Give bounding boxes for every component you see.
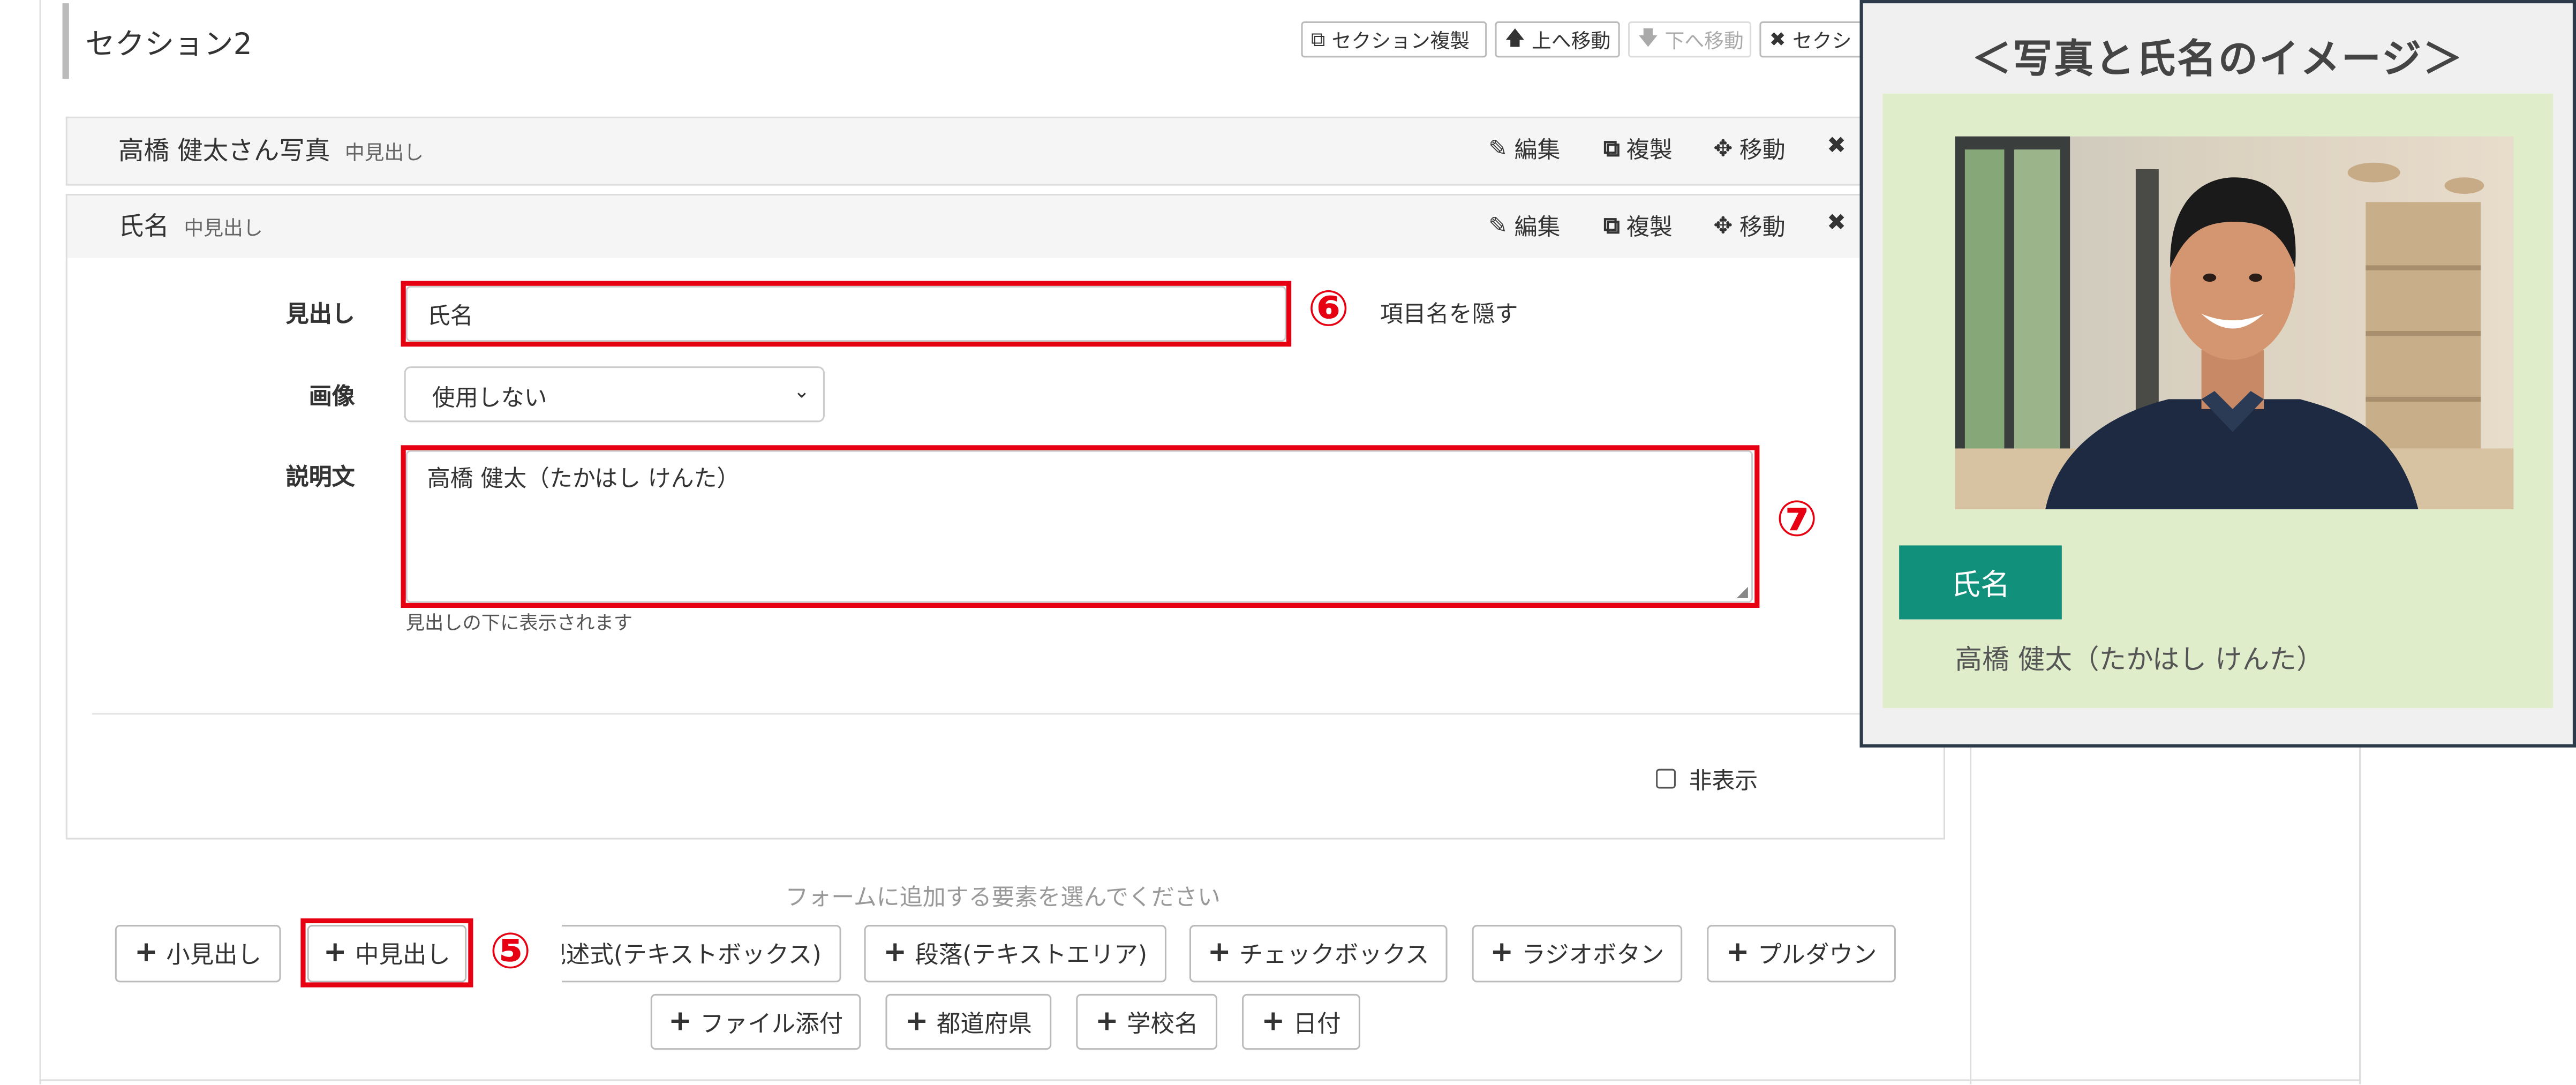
copy-icon: ⧉: [1603, 213, 1620, 240]
plus-icon: +: [1261, 1004, 1285, 1038]
close-icon: ✖: [1827, 210, 1847, 237]
step-5-marker: ⑤: [489, 923, 532, 981]
heading-label: 見出し: [285, 302, 355, 329]
image-select[interactable]: 使用しない ⌄: [404, 366, 825, 423]
section-header-bar: [62, 3, 69, 79]
add-date-button[interactable]: + 日付: [1242, 993, 1360, 1050]
plus-icon: +: [1095, 1004, 1119, 1038]
duplicate-button[interactable]: ⧉ 複製: [1603, 133, 1673, 165]
add-textbox-button[interactable]: 記述式(テキストボックス): [562, 925, 841, 983]
divider: [92, 713, 1921, 715]
highlight-box-description: [401, 445, 1760, 608]
portrait-photo: [1955, 136, 2514, 509]
hidden-checkbox-label: 非表示: [1689, 768, 1758, 795]
preview-title: ＜写真と氏名のイメージ＞: [1971, 36, 2464, 82]
delete-button[interactable]: ✖: [1827, 210, 1852, 237]
highlight-box-heading: [401, 281, 1292, 347]
close-icon: ✖: [1769, 28, 1786, 51]
plus-icon: +: [1490, 936, 1514, 969]
add-file-attach-button[interactable]: + ファイル添付: [650, 993, 861, 1050]
edit-button[interactable]: ✎ 編集: [1488, 133, 1560, 165]
arrow-down-icon: 🡇: [1638, 25, 1659, 49]
chevron-down-icon: ⌄: [793, 379, 810, 403]
close-icon: ✖: [1827, 133, 1847, 160]
plus-icon: +: [668, 1004, 692, 1038]
move-icon: ✥: [1713, 213, 1733, 240]
description-help-text: 見出しの下に表示されます: [405, 611, 633, 635]
move-up-button[interactable]: 🡅 上へ移動: [1495, 21, 1620, 58]
item-type: 中見出し: [344, 141, 424, 164]
highlight-box-add-heading: [300, 918, 473, 988]
plus-icon: +: [883, 936, 907, 969]
delete-button[interactable]: ✖: [1827, 133, 1852, 159]
edit-button[interactable]: ✎ 編集: [1488, 210, 1560, 243]
add-element-prompt: フォームに追加する要素を選んでください: [785, 885, 1221, 912]
step-6-marker: ⑥: [1307, 281, 1350, 338]
arrow-up-icon: 🡅: [1504, 25, 1525, 49]
preview-name-value: 高橋 健太（たかはし けんた）: [1955, 644, 2324, 675]
plus-icon: +: [905, 1004, 929, 1038]
preview-content: 氏名 高橋 健太（たかはし けんた）: [1882, 93, 2554, 709]
plus-icon: +: [1726, 936, 1750, 969]
preview-name-badge: 氏名: [1899, 545, 2062, 620]
add-radio-button[interactable]: + ラジオボタン: [1472, 925, 1683, 983]
duplicate-button[interactable]: ⧉ 複製: [1603, 210, 1673, 243]
item-title: 高橋 健太さん写真: [118, 136, 330, 166]
delete-section-button[interactable]: ✖ セクシ: [1759, 21, 1875, 58]
duplicate-section-button[interactable]: ⧉ セクション複製: [1301, 21, 1487, 58]
add-prefecture-button[interactable]: + 都道府県: [885, 993, 1052, 1050]
add-pulldown-button[interactable]: + プルダウン: [1707, 925, 1896, 983]
description-label: 説明文: [285, 465, 355, 492]
add-checkbox-button[interactable]: + チェックボックス: [1189, 925, 1448, 983]
pencil-icon: ✎: [1488, 213, 1508, 240]
hide-label-checkbox-text[interactable]: 項目名を隠す: [1380, 297, 1518, 330]
add-textarea-button[interactable]: + 段落(テキストエリア): [864, 925, 1166, 983]
copy-icon: ⧉: [1603, 136, 1620, 163]
section-title: セクション2: [85, 28, 252, 63]
hidden-checkbox[interactable]: [1656, 768, 1676, 789]
plus-icon: +: [134, 936, 158, 969]
preview-panel: ＜写真と氏名のイメージ＞ 氏名 高橋 健太（たかはし けんた）: [1859, 0, 2576, 748]
plus-icon: +: [1207, 936, 1231, 969]
move-button[interactable]: ✥ 移動: [1714, 210, 1786, 243]
add-small-heading-button[interactable]: + 小見出し: [115, 925, 281, 983]
copy-icon: ⧉: [1310, 27, 1325, 50]
step-7-marker: ⑦: [1776, 491, 1818, 549]
item-title: 氏名: [118, 212, 170, 242]
move-button[interactable]: ✥ 移動: [1714, 133, 1786, 165]
image-label: 画像: [308, 384, 355, 411]
pencil-icon: ✎: [1488, 136, 1508, 163]
move-down-button[interactable]: 🡇 下へ移動: [1628, 21, 1752, 58]
move-icon: ✥: [1713, 136, 1733, 163]
item-type: 中見出し: [184, 216, 263, 240]
add-school-button[interactable]: + 学校名: [1076, 993, 1218, 1050]
